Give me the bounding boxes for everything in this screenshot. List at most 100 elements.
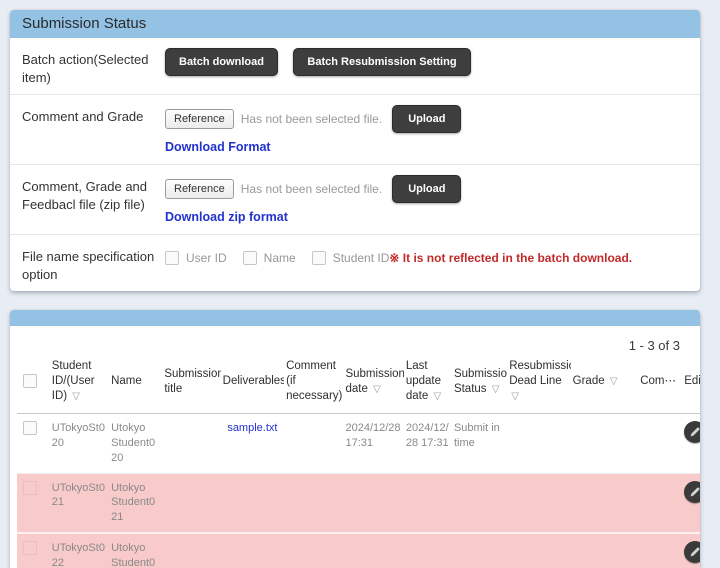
cell-submission-date (343, 533, 403, 568)
cell-name: Utokyo Student021 (109, 473, 162, 533)
cell-name: Utokyo Student022 (109, 533, 162, 568)
panel-title-bar: Submission Status (10, 10, 700, 38)
cell-submission-title (162, 533, 220, 568)
row-checkbox[interactable] (23, 421, 37, 435)
cell-resubmission-deadline (507, 473, 570, 533)
download-format-link[interactable]: Download Format (165, 140, 271, 154)
file-name-option-row: File name specification option User ID Na… (10, 235, 700, 291)
reference-button[interactable]: Reference (165, 109, 234, 129)
submission-status-page: Submission Status Batch action(Selected … (0, 0, 710, 568)
comment-grade-row: Comment and Grade Reference Has not been… (10, 95, 700, 165)
col-submission-date[interactable]: Submission date ▽ (343, 355, 403, 413)
batch-resubmission-setting-button[interactable]: Batch Resubmission Setting (293, 48, 470, 76)
edit-icon[interactable] (684, 481, 700, 503)
cell-student-id: UTokyoSt021 (50, 473, 109, 533)
cell-last-update (404, 533, 452, 568)
col-name: Name (109, 355, 162, 413)
comment-grade-feedback-row: Comment, Grade and Feedbacl file (zip fi… (10, 165, 700, 235)
cell-comment (284, 414, 343, 474)
cell-deliverables (221, 533, 284, 568)
cell-resubmission-deadline (507, 414, 570, 474)
col-edit: Edit (682, 355, 700, 413)
row-checkbox (23, 541, 37, 555)
edit-icon[interactable] (684, 421, 700, 443)
reference-button[interactable]: Reference (165, 179, 234, 199)
cell-grade (571, 533, 639, 568)
cell-comment (284, 533, 343, 568)
col-last-update[interactable]: Last update date ▽ (404, 355, 452, 413)
cell-comment2 (638, 533, 682, 568)
col-comment: Comment (if necessary) (284, 355, 343, 413)
cell-submission-date (343, 473, 403, 533)
cell-status (452, 473, 507, 533)
col-submission-title: Submission title (162, 355, 220, 413)
row-checkbox (23, 481, 37, 495)
comment-grade-label: Comment and Grade (22, 103, 165, 126)
table-row: UTokyoSt022 Utokyo Student022 (17, 533, 700, 568)
col-deliverables: Deliverables (221, 355, 284, 413)
submission-status-panel: Submission Status Batch action(Selected … (10, 10, 700, 291)
select-all-checkbox[interactable] (23, 374, 37, 388)
table-row: UTokyoSt021 Utokyo Student021 (17, 473, 700, 533)
batch-download-note: ※ It is not reflected in the batch downl… (389, 251, 632, 265)
sort-icon[interactable]: ▽ (373, 384, 381, 395)
cell-submission-title (162, 414, 220, 474)
sort-icon[interactable]: ▽ (511, 391, 519, 402)
upload-button[interactable]: Upload (392, 105, 461, 133)
col-comment2: Com⋯ (638, 355, 682, 413)
cell-last-update (404, 473, 452, 533)
cell-status (452, 533, 507, 568)
name-checkbox-label: Name (264, 251, 296, 265)
pencil-icon (689, 486, 700, 498)
cell-submission-date: 2024/12/28 17:31 (343, 414, 403, 474)
cell-grade (571, 414, 639, 474)
cell-last-update: 2024/12/28 17:31 (404, 414, 452, 474)
no-file-text: Has not been selected file. (241, 182, 382, 196)
cell-comment (284, 473, 343, 533)
batch-action-row: Batch action(Selected item) Batch downlo… (10, 38, 700, 95)
pencil-icon (689, 546, 700, 558)
submission-table-panel: 1 - 3 of 3 Student ID/(User ID) ▽ Name S… (10, 310, 700, 568)
cell-comment2 (638, 473, 682, 533)
col-student-id[interactable]: Student ID/(User ID) ▽ (50, 355, 109, 413)
download-zip-format-link[interactable]: Download zip format (165, 210, 288, 224)
table-row: UTokyoSt020 Utokyo Student020 sample.txt… (17, 414, 700, 474)
cell-student-id: UTokyoSt022 (50, 533, 109, 568)
upload-button[interactable]: Upload (392, 175, 461, 203)
col-submission-status[interactable]: Submission Status ▽ (452, 355, 507, 413)
batch-action-label: Batch action(Selected item) (22, 46, 165, 86)
user-id-checkbox-label: User ID (186, 251, 227, 265)
sort-icon[interactable]: ▽ (492, 384, 500, 395)
page-title: Submission Status (22, 15, 146, 32)
deliverable-file-link[interactable]: sample.txt (223, 421, 282, 436)
comment-grade-feedback-label: Comment, Grade and Feedbacl file (zip fi… (22, 173, 165, 213)
batch-download-button[interactable]: Batch download (165, 48, 278, 76)
student-id-checkbox[interactable] (312, 251, 326, 265)
cell-status: Submit in time (452, 414, 507, 474)
name-checkbox[interactable] (243, 251, 257, 265)
sort-icon[interactable]: ▽ (72, 391, 80, 402)
pagination-label: 1 - 3 of 3 (10, 326, 700, 355)
select-all-header (17, 355, 50, 413)
user-id-checkbox[interactable] (165, 251, 179, 265)
pencil-icon (689, 426, 700, 438)
sort-icon[interactable]: ▽ (610, 376, 618, 387)
submission-table: Student ID/(User ID) ▽ Name Submission t… (17, 355, 700, 568)
cell-deliverables: sample.txt (221, 414, 284, 474)
cell-student-id: UTokyoSt020 (50, 414, 109, 474)
cell-comment2 (638, 414, 682, 474)
cell-deliverables (221, 473, 284, 533)
cell-resubmission-deadline (507, 533, 570, 568)
cell-grade (571, 473, 639, 533)
cell-name: Utokyo Student020 (109, 414, 162, 474)
cell-submission-title (162, 473, 220, 533)
table-header-row: Student ID/(User ID) ▽ Name Submission t… (17, 355, 700, 413)
sort-icon[interactable]: ▽ (433, 391, 441, 402)
table-panel-title-bar (10, 310, 700, 326)
no-file-text: Has not been selected file. (241, 112, 382, 126)
col-grade[interactable]: Grade ▽ (571, 355, 639, 413)
file-name-option-label: File name specification option (22, 243, 165, 283)
edit-icon[interactable] (684, 541, 700, 563)
student-id-checkbox-label: Student ID (333, 251, 390, 265)
col-resubmission-deadline[interactable]: Resubmission Dead Line ▽ (507, 355, 570, 413)
